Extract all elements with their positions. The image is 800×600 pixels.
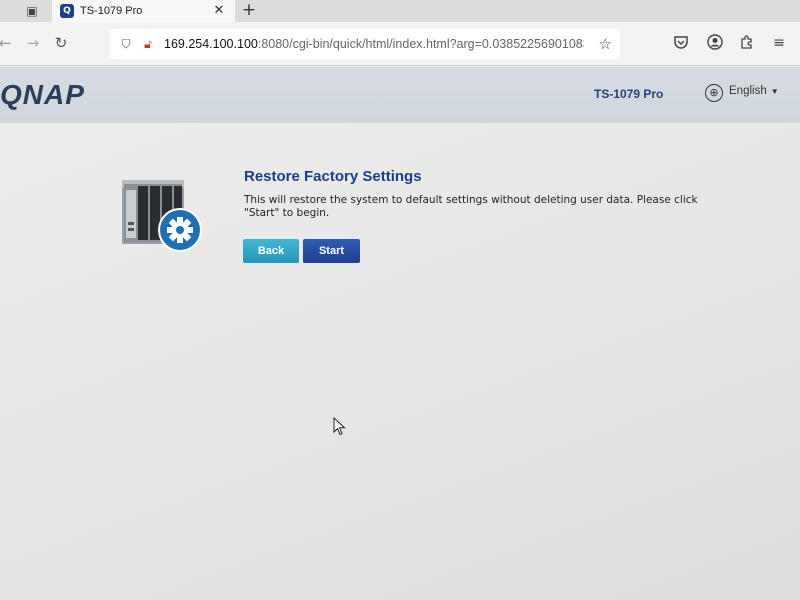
- language-label: English: [729, 85, 767, 97]
- lock-icon[interactable]: 🔓︎: [140, 36, 156, 52]
- close-icon[interactable]: ✕: [211, 3, 227, 19]
- pocket-icon[interactable]: [672, 34, 690, 52]
- nas-settings-icon: [122, 180, 202, 252]
- arrow-left-icon[interactable]: ←: [0, 34, 14, 52]
- page-description: This will restore the system to default …: [244, 194, 698, 219]
- mouse-pointer-icon: [333, 417, 346, 436]
- shield-icon[interactable]: ⛉: [118, 36, 134, 52]
- caret-down-icon: ▼: [770, 86, 779, 96]
- browser-tab[interactable]: Q TS-1079 Pro ✕: [52, 0, 235, 22]
- account-icon[interactable]: [706, 34, 724, 52]
- start-button[interactable]: Start: [303, 239, 360, 263]
- menu-icon[interactable]: ≡: [770, 34, 788, 52]
- extensions-icon[interactable]: [738, 34, 756, 52]
- arrow-right-icon[interactable]: →: [24, 34, 42, 52]
- url-path: :8080/cgi-bin/quick/html/index.html?arg=…: [257, 37, 584, 51]
- url-host: 169.254.100.100: [164, 37, 258, 51]
- qnap-logo: QNAP: [0, 79, 85, 110]
- star-icon[interactable]: ☆: [599, 36, 612, 52]
- url-bar[interactable]: ⛉ 🔓︎ 169.254.100.100:8080/cgi-bin/quick/…: [110, 29, 620, 59]
- url-text[interactable]: 169.254.100.100:8080/cgi-bin/quick/html/…: [164, 37, 584, 51]
- tab-title: TS-1079 Pro: [80, 5, 143, 17]
- qnap-favicon-icon: Q: [60, 4, 74, 18]
- back-button[interactable]: Back: [243, 239, 299, 263]
- reload-icon[interactable]: ↻: [52, 34, 70, 52]
- tab-list-icon[interactable]: ▣: [24, 3, 40, 19]
- main-content: Restore Factory Settings This will resto…: [0, 123, 800, 600]
- browser-tab-bar: ▣ Q TS-1079 Pro ✕ +: [0, 0, 800, 22]
- browser-nav-bar: ← → ↻ ⛉ 🔓︎ 169.254.100.100:8080/cgi-bin/…: [0, 22, 800, 66]
- model-name: TS-1079 Pro: [594, 87, 664, 101]
- qnap-header: QNAP TS-1079 Pro ⊕ English ▼: [0, 67, 800, 123]
- language-select[interactable]: English ▼: [729, 85, 779, 97]
- plus-icon[interactable]: +: [240, 1, 258, 19]
- page-title: Restore Factory Settings: [244, 168, 422, 185]
- globe-icon[interactable]: ⊕: [705, 84, 723, 102]
